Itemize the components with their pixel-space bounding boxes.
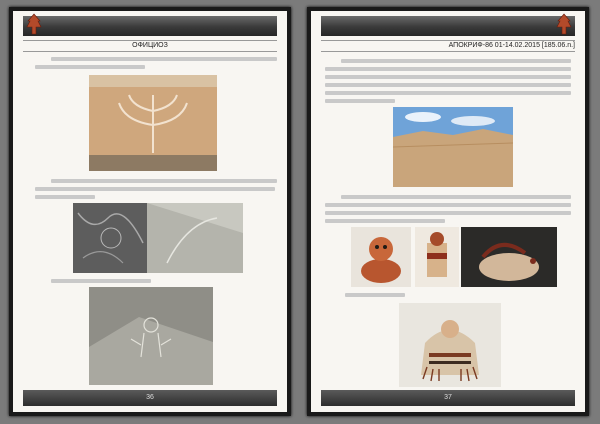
page-footer-band: 37 bbox=[321, 390, 575, 406]
magazine-page-right: АПОКРИФ-86 01-14.02.2015 [185.06.n.] 37 bbox=[307, 7, 589, 416]
text-line-placeholder bbox=[325, 99, 395, 103]
text-line-placeholder bbox=[325, 91, 571, 95]
photo-candelabra-geoglyph bbox=[89, 75, 217, 171]
text-line-placeholder bbox=[35, 195, 95, 199]
page-footer-band: 36 bbox=[23, 390, 277, 406]
issue-label: АПОКРИФ-86 01-14.02.2015 [185.06.n.] bbox=[321, 40, 575, 52]
photo-ceramic-figure bbox=[351, 227, 411, 287]
photo-ceramic-figurine bbox=[399, 303, 501, 387]
photo-ceramic-bird-vessel bbox=[461, 227, 557, 287]
magazine-page-left: ОФИЦИОЗ 36 bbox=[9, 7, 291, 416]
logo-emblem-icon bbox=[26, 13, 42, 35]
text-line-placeholder bbox=[325, 67, 571, 71]
page-number: 37 bbox=[444, 394, 452, 401]
text-line-placeholder bbox=[325, 203, 571, 207]
section-label: ОФИЦИОЗ bbox=[23, 40, 277, 52]
text-line-placeholder bbox=[51, 57, 277, 61]
text-line-placeholder bbox=[325, 83, 571, 87]
photo-astronaut-geoglyph bbox=[89, 287, 213, 385]
text-line-placeholder bbox=[325, 211, 571, 215]
text-line-placeholder bbox=[341, 59, 571, 63]
page-number: 36 bbox=[146, 394, 154, 401]
text-line-placeholder bbox=[345, 293, 405, 297]
text-line-placeholder bbox=[341, 195, 571, 199]
text-line-placeholder bbox=[35, 65, 145, 69]
photo-ceramic-vessel bbox=[415, 227, 459, 287]
logo-emblem-icon bbox=[556, 13, 572, 35]
text-line-placeholder bbox=[51, 279, 151, 283]
text-line-placeholder bbox=[325, 219, 445, 223]
photo-aerial-geoglyph-right bbox=[147, 203, 243, 273]
photo-desert-landscape bbox=[393, 107, 513, 187]
text-line-placeholder bbox=[35, 187, 275, 191]
photo-aerial-geoglyph-left bbox=[73, 203, 147, 273]
text-line-placeholder bbox=[325, 75, 571, 79]
page-header-band bbox=[23, 16, 277, 36]
text-line-placeholder bbox=[51, 179, 277, 183]
page-header-band bbox=[321, 16, 575, 36]
